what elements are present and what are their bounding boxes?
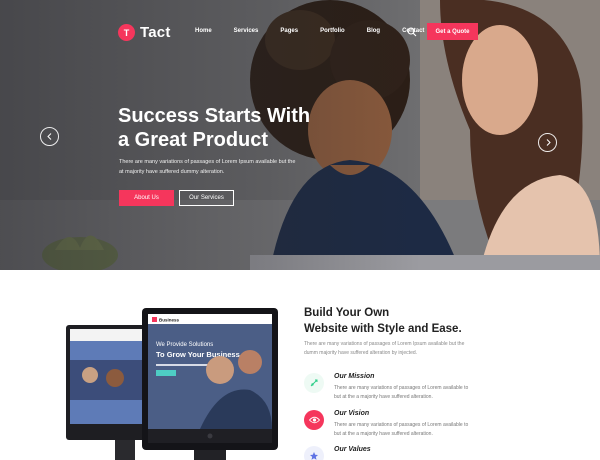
nav-link-blog[interactable]: Blog <box>367 28 380 34</box>
feature-text-line1: There are many variations of passages of… <box>334 385 469 391</box>
slider-prev-button[interactable] <box>40 127 59 146</box>
about-title: Build Your Own Website with Style and Ea… <box>304 305 504 337</box>
hero-section: T Tact Home Services Pages Portfolio Blo… <box>0 0 600 270</box>
feature-title: Our Values <box>334 446 371 453</box>
feature-vision: Our Vision There are many variations of … <box>304 410 504 444</box>
feature-values: Our Values <box>304 446 504 460</box>
chevron-right-icon <box>546 139 551 146</box>
feature-title: Our Vision <box>334 410 370 417</box>
feature-text: There are many variations of passages of… <box>334 384 484 402</box>
feature-text: There are many variations of passages of… <box>334 421 484 439</box>
slider-next-button[interactable] <box>538 133 557 152</box>
monitors-illustration: Business We Provide Solutions To Grow Yo… <box>66 308 278 460</box>
search-icon[interactable] <box>407 27 417 37</box>
feature-text-line2: but at the a majority have suffered alte… <box>334 431 433 437</box>
our-services-button[interactable]: Our Services <box>179 190 234 206</box>
about-title-line2: Website with Style and Ease. <box>304 323 462 335</box>
nav-link-services[interactable]: Services <box>234 28 259 34</box>
nav-link-home[interactable]: Home <box>195 28 212 34</box>
hero-desc-line2: at majority have suffered dummy alterati… <box>119 169 225 175</box>
nav-link-portfolio[interactable]: Portfolio <box>320 28 345 34</box>
logo[interactable]: T Tact <box>118 24 171 41</box>
about-title-line1: Build Your Own <box>304 307 390 319</box>
get-a-quote-button[interactable]: Get a Quote <box>427 23 478 40</box>
monitor-brand: Business <box>159 318 180 323</box>
star-icon <box>304 446 324 460</box>
hero-desc-line1: There are many variations of passages of… <box>119 159 296 165</box>
feature-title: Our Mission <box>334 373 375 380</box>
chevron-left-icon <box>46 133 51 140</box>
monitor-headline2: To Grow Your Business <box>156 350 240 359</box>
feature-text-line1: There are many variations of passages of… <box>334 422 469 428</box>
hero-description: There are many variations of passages of… <box>119 157 299 177</box>
nav-link-pages[interactable]: Pages <box>280 28 298 34</box>
eye-icon <box>304 410 324 430</box>
about-description: There are many variations of passages of… <box>304 340 484 357</box>
monitor-headline1: We Provide Solutions <box>156 342 213 348</box>
hero-title-line1: Success Starts With <box>118 105 311 127</box>
target-icon <box>304 373 324 393</box>
about-us-button[interactable]: About Us <box>119 190 174 206</box>
feature-mission: Our Mission There are many variations of… <box>304 373 504 407</box>
logo-badge: T <box>118 24 135 41</box>
hero-title: Success Starts With a Great Product <box>118 104 358 152</box>
navbar: T Tact Home Services Pages Portfolio Blo… <box>0 22 600 42</box>
about-desc-line1: There are many variations of passages of… <box>304 341 465 347</box>
feature-text-line2: but at the a majority have suffered alte… <box>334 394 433 400</box>
logo-text: Tact <box>140 24 171 41</box>
hero-title-line2: a Great Product <box>118 129 269 151</box>
about-desc-line2: dumm majority have suffered alteration b… <box>304 349 418 356</box>
